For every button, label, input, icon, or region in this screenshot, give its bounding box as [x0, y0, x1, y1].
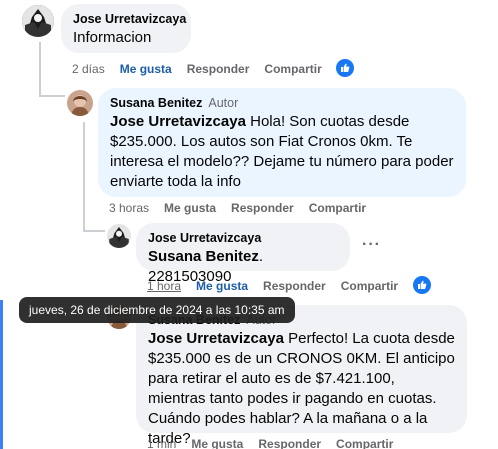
reply-button[interactable]: Responder: [263, 279, 326, 293]
like-button[interactable]: Me gusta: [196, 279, 248, 293]
author-badge: Autor: [208, 96, 239, 110]
comment-bubble: Jose Urretavizcaya Susana Benitez. 22815…: [136, 223, 350, 285]
avatar-image: [107, 224, 131, 248]
avatar[interactable]: [67, 90, 93, 116]
comment-timestamp[interactable]: 1 hora: [147, 279, 181, 293]
comment-text: Jose Urretavizcaya Hola! Son cuotas desd…: [110, 112, 454, 192]
reply-button[interactable]: Responder: [258, 437, 321, 449]
like-button[interactable]: Me gusta: [191, 437, 243, 449]
like-button[interactable]: Me gusta: [120, 62, 172, 76]
avatar-image: [22, 5, 54, 37]
thumbs-up-icon: [418, 280, 427, 289]
mention-link[interactable]: Jose Urretavizcaya: [110, 113, 246, 130]
comment-bubble: Susana Benitez Autor Jose Urretavizcaya H…: [98, 88, 466, 197]
thumbs-up-icon: [341, 63, 350, 72]
reply-button[interactable]: Responder: [231, 201, 294, 215]
comment-actions: 1 min Me gusta Responder Compartir: [147, 437, 408, 449]
like-reaction-icon[interactable]: [336, 59, 354, 77]
share-button[interactable]: Compartir: [341, 279, 398, 293]
thread-line-branch-2: [83, 230, 105, 232]
mention-link[interactable]: Jose Urretavizcaya: [148, 330, 284, 347]
thread-line-main: [39, 42, 41, 97]
share-button[interactable]: Compartir: [264, 62, 321, 76]
like-reaction-icon[interactable]: [413, 276, 431, 294]
comment-actions: 2 días Me gusta Responder Compartir: [72, 62, 337, 76]
comment-body: Perfecto! La cuota desde $235.000 es de …: [148, 330, 455, 447]
comment-text: Jose Urretavizcaya Perfecto! La cuota de…: [148, 329, 455, 449]
mention-link[interactable]: Susana Benitez: [148, 248, 259, 265]
comment-author[interactable]: Jose Urretavizcaya: [148, 230, 338, 247]
timestamp-tooltip: jueves, 26 de diciembre de 2024 a las 10…: [19, 297, 295, 323]
comment-author-line: Susana Benitez Autor: [110, 95, 454, 112]
avatar-image: [67, 90, 93, 116]
thread-line-branch-1: [39, 95, 65, 97]
comment-timestamp[interactable]: 3 horas: [109, 201, 149, 215]
comment-bubble: Jose Urretavizcaya Informacion: [61, 4, 191, 53]
share-button[interactable]: Compartir: [336, 437, 393, 449]
selection-accent: [0, 300, 3, 449]
comment-actions: 1 hora Me gusta Responder Compartir: [147, 279, 413, 293]
thread-line-reply: [83, 122, 85, 232]
avatar[interactable]: [22, 5, 54, 37]
comment-bubble: Susana BenitezAutor Jose Urretavizcaya P…: [136, 305, 467, 447]
comment-author[interactable]: Susana Benitez: [110, 96, 202, 110]
comment-timestamp[interactable]: 2 días: [72, 62, 105, 76]
like-button[interactable]: Me gusta: [164, 201, 216, 215]
reply-button[interactable]: Responder: [187, 62, 250, 76]
avatar[interactable]: [107, 224, 131, 248]
comment-author[interactable]: Jose Urretavizcaya: [73, 11, 186, 28]
share-button[interactable]: Compartir: [309, 201, 366, 215]
more-options-icon[interactable]: ···: [362, 236, 381, 254]
comment-timestamp[interactable]: 1 min: [147, 437, 176, 449]
comment-actions: 3 horas Me gusta Responder Compartir: [109, 201, 381, 215]
comment-text: Informacion: [73, 29, 152, 46]
